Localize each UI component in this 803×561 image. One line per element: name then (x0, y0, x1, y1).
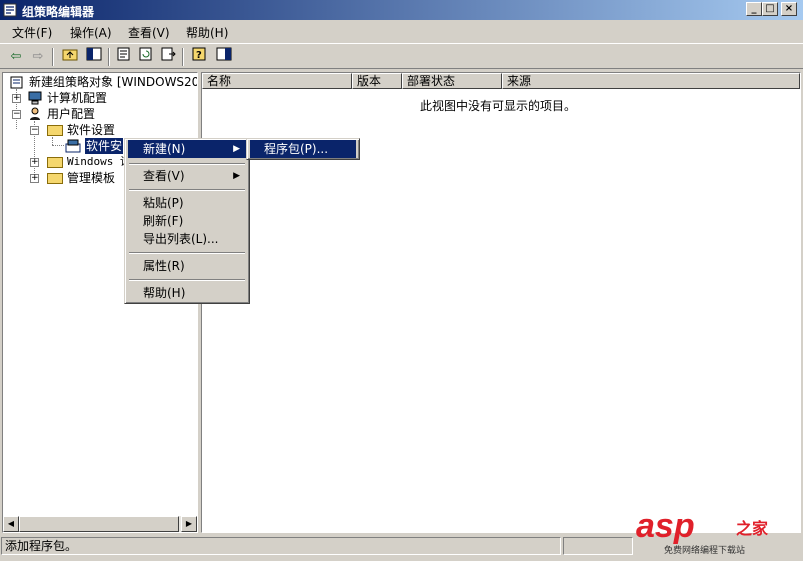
tree-label-software-installation: 软件安 (85, 138, 124, 154)
show-tree-icon[interactable] (84, 47, 104, 67)
properties-icon[interactable] (114, 47, 134, 67)
menu-item-export-list[interactable]: 导出列表(L)... (128, 230, 246, 248)
tree-item-software-settings[interactable]: − 软件设置 (7, 122, 197, 138)
menu-item-refresh[interactable]: 刷新(F) (128, 212, 246, 230)
status-panel-empty (563, 537, 633, 555)
menu-item-package[interactable]: 程序包(P)... (250, 140, 356, 158)
menu-item-new-label: 新建(N) (143, 142, 186, 156)
toolbar: ⇦ ⇨ ? (0, 43, 803, 69)
submenu-arrow-icon: ▶ (233, 171, 240, 181)
menu-item-properties[interactable]: 属性(R) (128, 257, 246, 275)
menu-separator (129, 252, 245, 254)
group-policy-icon (3, 3, 17, 17)
toolbar-separator (182, 48, 184, 66)
collapse-icon[interactable]: − (30, 126, 39, 135)
tree-label-root: 新建组策略对象 [WINDOWS2003F (29, 75, 197, 89)
tree-label-windows-settings: Windows 设 (67, 155, 131, 168)
column-header-source[interactable]: 来源 (502, 73, 800, 89)
menu-item-new[interactable]: 新建(N) ▶ (128, 140, 246, 158)
tree-label-software-settings: 软件设置 (67, 123, 116, 137)
export-list-icon[interactable] (158, 47, 178, 67)
list-header: 名称 版本 部署状态 来源 (202, 73, 800, 89)
refresh-icon[interactable] (136, 47, 156, 67)
tree-item-user-config[interactable]: − 用户配置 (7, 106, 197, 122)
menu-file[interactable]: 文件(F) (12, 24, 52, 41)
up-folder-icon[interactable] (60, 47, 80, 67)
menu-separator (129, 189, 245, 191)
policy-object-icon (10, 76, 23, 89)
menu-item-paste[interactable]: 粘贴(P) (128, 194, 246, 212)
column-header-name[interactable]: 名称 (202, 73, 352, 89)
window-title: 组策略编辑器 (22, 5, 95, 19)
empty-list-message: 此视图中没有可显示的项目。 (420, 99, 577, 113)
toolbar-separator (52, 48, 54, 66)
title-bar: 组策略编辑器 _ □ × (0, 0, 803, 20)
menu-action[interactable]: 操作(A) (70, 24, 112, 41)
tree-label-user-config: 用户配置 (47, 107, 96, 121)
menu-help[interactable]: 帮助(H) (186, 24, 228, 41)
software-installation-icon (65, 139, 81, 153)
mmc-console-icon[interactable] (214, 47, 234, 67)
back-icon[interactable]: ⇦ (6, 47, 26, 67)
toolbar-separator (108, 48, 110, 66)
maximize-button[interactable]: □ (762, 2, 778, 16)
status-text: 添加程序包。 (1, 537, 561, 555)
menu-bar: 文件(F) 操作(A) 查看(V) 帮助(H) (0, 21, 803, 41)
scroll-thumb[interactable] (19, 516, 179, 532)
submenu-new: 程序包(P)... (246, 138, 360, 160)
folder-icon (47, 157, 63, 168)
watermark-caption: 免费网络编程下载站 (664, 546, 746, 556)
menu-separator (129, 163, 245, 165)
watermark-brand: asp (636, 507, 695, 545)
folder-icon (47, 173, 63, 184)
submenu-arrow-icon: ▶ (233, 144, 240, 154)
menu-item-view[interactable]: 查看(V) ▶ (128, 167, 246, 185)
minimize-button[interactable]: _ (746, 2, 762, 16)
context-menu: 新建(N) ▶ 查看(V) ▶ 粘贴(P) 刷新(F) 导出列表(L)... 属… (124, 138, 250, 304)
tree-item-computer-config[interactable]: + 计算机配置 (7, 90, 197, 106)
tree-item-root[interactable]: 新建组策略对象 [WINDOWS2003F (7, 74, 197, 90)
tree-horizontal-scrollbar[interactable]: ◀ ▶ (3, 516, 197, 532)
forward-icon[interactable]: ⇨ (28, 47, 48, 67)
expand-icon[interactable]: + (12, 94, 21, 103)
user-icon (30, 107, 40, 120)
expand-icon[interactable]: + (30, 174, 39, 183)
menu-separator (129, 279, 245, 281)
close-button[interactable]: × (781, 2, 797, 16)
tree-label-computer-config: 计算机配置 (47, 91, 108, 105)
watermark-suffix: 之家 (736, 519, 769, 538)
help-icon[interactable]: ? (190, 47, 210, 67)
scroll-left-icon[interactable]: ◀ (3, 516, 19, 532)
watermark-logo: asp 之家 免费网络编程下载站 (636, 507, 803, 557)
column-header-deploy-state[interactable]: 部署状态 (402, 73, 502, 89)
menu-item-help[interactable]: 帮助(H) (128, 284, 246, 302)
menu-view[interactable]: 查看(V) (128, 24, 170, 41)
svg-text:?: ? (196, 50, 202, 61)
column-header-version[interactable]: 版本 (352, 73, 402, 89)
scroll-right-icon[interactable]: ▶ (181, 516, 197, 532)
computer-icon (28, 91, 42, 105)
tree-label-admin-templates: 管理模板 (67, 171, 116, 185)
expand-icon[interactable]: + (30, 158, 39, 167)
folder-icon (47, 125, 63, 136)
collapse-icon[interactable]: − (12, 110, 21, 119)
menu-item-view-label: 查看(V) (143, 169, 185, 183)
